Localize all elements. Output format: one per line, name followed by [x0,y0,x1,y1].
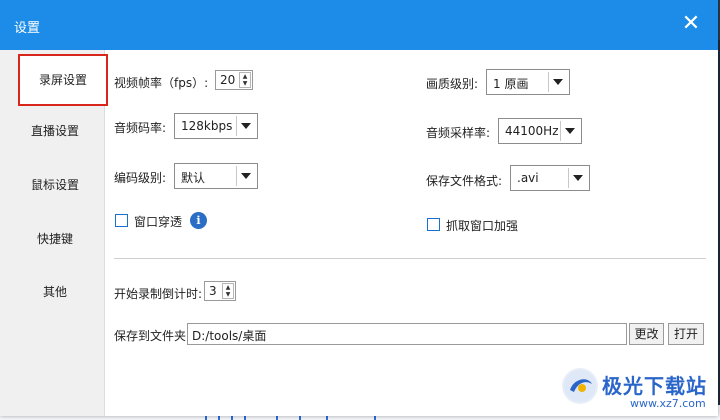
fps-label: 视频帧率（fps）: [114,76,209,90]
open-folder-button[interactable]: 打开 [668,323,704,345]
combo-separator [568,168,569,188]
chevron-down-icon [565,128,575,134]
countdown-stepper-arrows[interactable]: ▲ ▼ [222,283,234,299]
quality-label: 画质级别: [426,77,479,91]
audio-bitrate-value: 128kbps [181,119,233,133]
encode-level-value: 默认 [181,171,206,185]
watermark-title: 极光下载站 [602,374,707,398]
stepper-up-icon[interactable]: ▲ [223,284,233,291]
section-divider [114,258,706,259]
sidebar-item-shortcuts[interactable]: 快捷键 [10,219,100,259]
file-format-select[interactable]: .avi [510,165,590,191]
sidebar-item-mouse-settings[interactable]: 鼠标设置 [10,165,100,205]
sidebar-item-label: 其他 [42,285,67,299]
encode-level-select[interactable]: 默认 [174,163,258,189]
sample-rate-label: 音频采样率: [426,126,491,140]
fps-value: 20 [220,73,236,87]
save-folder-value: D:/tools/桌面 [192,329,267,343]
file-format-value: .avi [517,171,539,185]
fps-stepper-arrows[interactable]: ▲ ▼ [239,72,251,88]
site-watermark: 极光下载站 www.xz7.com [562,366,712,416]
encode-level-label: 编码级别: [114,171,167,185]
stepper-down-icon[interactable]: ▼ [240,80,250,87]
sidebar-item-record-settings[interactable]: 录屏设置 [18,54,108,106]
combo-separator [236,116,237,136]
capture-enhance-checkbox[interactable] [427,218,440,231]
audio-bitrate-select[interactable]: 128kbps [174,113,258,139]
countdown-stepper[interactable]: 3 ▲ ▼ [204,281,236,301]
quality-select[interactable]: 1 原画 [486,69,570,95]
sidebar-item-label: 录屏设置 [38,73,87,87]
countdown-value: 3 [209,284,217,298]
quality-value: 1 原画 [493,77,529,91]
chevron-down-icon [553,79,563,85]
title-bar: 设置 ✕ [0,0,718,50]
save-folder-input[interactable]: D:/tools/桌面 [187,323,627,345]
stepper-up-icon[interactable]: ▲ [240,73,250,80]
sidebar-item-other[interactable]: 其他 [10,272,100,312]
save-folder-label: 保存到文件夹: [114,329,191,343]
info-icon[interactable]: i [190,212,207,229]
close-button[interactable]: ✕ [680,13,702,35]
sample-rate-value: 44100Hz [505,124,559,138]
window-through-checkbox[interactable] [115,214,128,227]
chevron-down-icon [573,175,583,181]
sidebar-item-live-settings[interactable]: 直播设置 [10,111,100,151]
audio-bitrate-label: 音频码率: [114,121,167,135]
site-logo [562,368,598,404]
combo-separator [548,72,549,92]
combo-separator [560,121,561,141]
settings-sidebar: 录屏设置 直播设置 鼠标设置 快捷键 其他 [0,50,108,416]
combo-separator [236,166,237,186]
chevron-down-icon [241,123,251,129]
sidebar-item-label: 鼠标设置 [30,178,79,192]
watermark-url: www.xz7.com [630,397,706,410]
settings-dialog: 设置 ✕ 录屏设置 直播设置 鼠标设置 快捷键 其他 视频帧率（fps）: 20… [0,0,718,416]
stepper-down-icon[interactable]: ▼ [223,291,233,298]
capture-enhance-label: 抓取窗口加强 [446,219,519,233]
sidebar-item-label: 快捷键 [36,232,73,246]
window-through-label: 窗口穿透 [134,215,183,229]
change-folder-button[interactable]: 更改 [629,323,664,345]
fps-stepper[interactable]: 20 ▲ ▼ [215,70,253,90]
sample-rate-select[interactable]: 44100Hz [498,118,582,144]
chevron-down-icon [241,173,251,179]
countdown-label: 开始录制倒计时: [114,287,203,301]
sidebar-item-label: 直播设置 [30,124,79,138]
close-icon: ✕ [681,11,701,36]
file-format-label: 保存文件格式: [426,174,503,188]
dialog-title: 设置 [14,21,41,36]
